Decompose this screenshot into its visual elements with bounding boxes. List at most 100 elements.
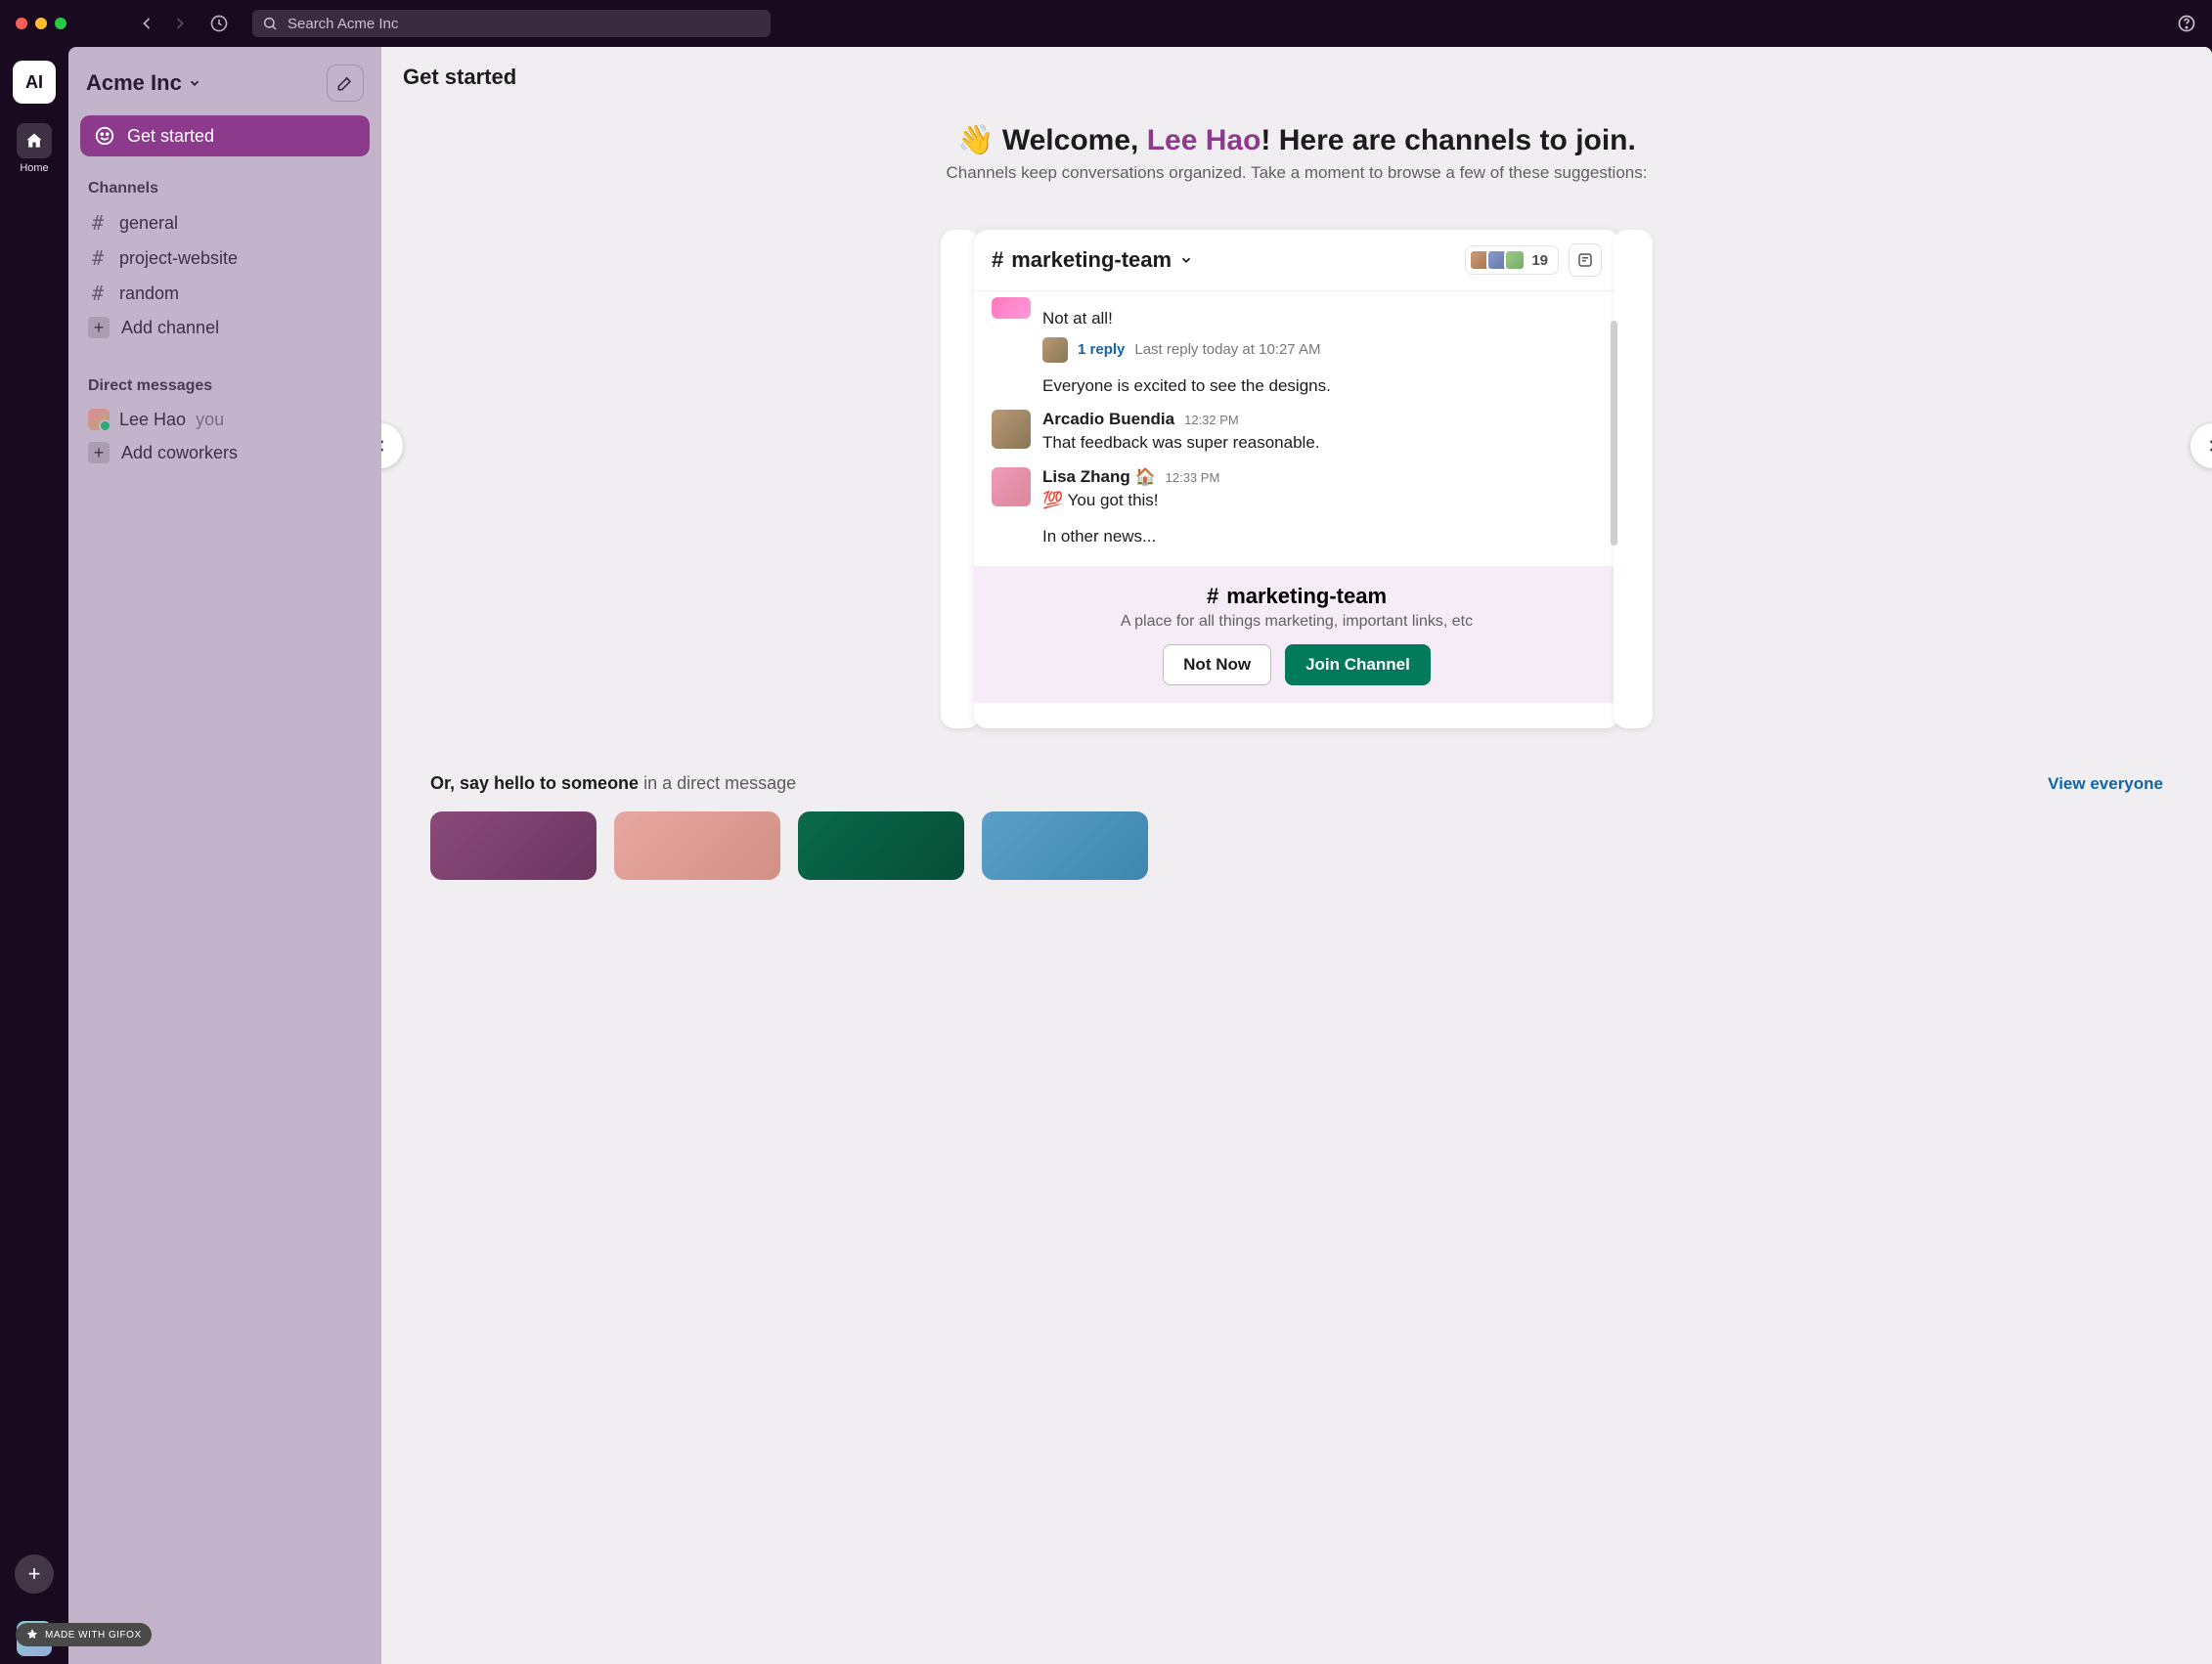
welcome-pre: Welcome, bbox=[1002, 124, 1147, 156]
thread-reply-row[interactable]: 1 reply Last reply today at 10:27 AM bbox=[1042, 337, 1602, 363]
avatar bbox=[992, 467, 1031, 506]
window-controls bbox=[16, 18, 66, 29]
join-channel-button[interactable]: Join Channel bbox=[1285, 644, 1431, 685]
message-list: Not at all! 1 reply Last reply today at … bbox=[974, 291, 1619, 566]
person-card[interactable] bbox=[430, 811, 597, 880]
add-channel[interactable]: + Add channel bbox=[76, 311, 374, 344]
person-card[interactable] bbox=[614, 811, 780, 880]
rail-home[interactable]: Home bbox=[17, 123, 52, 174]
message-author[interactable]: Arcadio Buendia bbox=[1042, 410, 1174, 429]
hash-icon: # bbox=[88, 211, 108, 235]
carousel-next-button[interactable] bbox=[2190, 423, 2212, 468]
chevron-down-icon bbox=[188, 76, 201, 90]
hash-icon: # bbox=[992, 247, 1003, 273]
channel-label: random bbox=[119, 284, 179, 304]
channel-item-general[interactable]: #general bbox=[76, 205, 374, 241]
dm-section-header[interactable]: Direct messages bbox=[76, 372, 374, 403]
channel-name: marketing-team bbox=[1011, 247, 1172, 273]
welcome-block: 👋 Welcome, Lee Hao! Here are channels to… bbox=[381, 119, 2212, 195]
dm-suggestions: Or, say hello to someone in a direct mes… bbox=[381, 738, 2212, 880]
channel-item-random[interactable]: #random bbox=[76, 276, 374, 311]
gifox-watermark: MADE WITH GIFOX bbox=[16, 1623, 152, 1646]
maximize-window-icon[interactable] bbox=[55, 18, 66, 29]
join-channel-prompt: # marketing-team A place for all things … bbox=[974, 566, 1619, 703]
person-card[interactable] bbox=[798, 811, 964, 880]
join-channel-name: marketing-team bbox=[1226, 584, 1387, 609]
channel-label: project-website bbox=[119, 248, 238, 269]
home-icon bbox=[24, 131, 44, 151]
add-channel-label: Add channel bbox=[121, 318, 219, 338]
page-title: Get started bbox=[381, 47, 2212, 108]
view-everyone-link[interactable]: View everyone bbox=[2048, 774, 2163, 794]
avatar bbox=[1042, 337, 1068, 363]
dm-prompt: Or, say hello to someone in a direct mes… bbox=[430, 773, 796, 794]
reply-timestamp: Last reply today at 10:27 AM bbox=[1134, 341, 1320, 358]
join-channel-title: # marketing-team bbox=[992, 584, 1602, 609]
search-icon bbox=[262, 16, 278, 31]
message: Arcadio Buendia 12:32 PM That feedback w… bbox=[992, 404, 1602, 461]
help-button[interactable] bbox=[2177, 14, 2196, 33]
carousel-prev-button[interactable] bbox=[381, 423, 403, 468]
workspace-name: Acme Inc bbox=[86, 70, 182, 96]
workspace-tile[interactable]: AI bbox=[13, 61, 56, 104]
not-now-button[interactable]: Not Now bbox=[1163, 644, 1271, 685]
you-label: you bbox=[196, 410, 224, 430]
scrollbar[interactable] bbox=[1611, 321, 1617, 546]
dm-name: Lee Hao bbox=[119, 410, 186, 430]
message-text: Everyone is excited to see the designs. bbox=[1042, 374, 1602, 399]
add-coworkers-label: Add coworkers bbox=[121, 443, 238, 463]
message-text: Not at all! bbox=[1042, 307, 1602, 331]
join-channel-description: A place for all things marketing, import… bbox=[992, 613, 1602, 631]
channels-section-header[interactable]: Channels bbox=[76, 174, 374, 205]
avatar bbox=[992, 410, 1031, 449]
reply-count[interactable]: 1 reply bbox=[1078, 341, 1125, 358]
dm-prompt-bold: Or, say hello to someone bbox=[430, 773, 639, 793]
welcome-subtext: Channels keep conversations organized. T… bbox=[420, 163, 2173, 183]
workspace-switcher[interactable]: Acme Inc bbox=[86, 70, 201, 96]
get-started-item[interactable]: Get started bbox=[80, 115, 370, 156]
compose-button[interactable] bbox=[327, 65, 364, 102]
rail-home-label: Home bbox=[20, 162, 48, 174]
channel-item-project-website[interactable]: # project-website bbox=[76, 241, 374, 276]
person-card[interactable] bbox=[982, 811, 1148, 880]
adjacent-card-right[interactable] bbox=[1614, 230, 1653, 728]
minimize-window-icon[interactable] bbox=[35, 18, 47, 29]
hash-icon: # bbox=[88, 246, 108, 270]
close-window-icon[interactable] bbox=[16, 18, 27, 29]
forward-button[interactable] bbox=[170, 14, 190, 33]
back-button[interactable] bbox=[137, 14, 156, 33]
search-bar[interactable] bbox=[252, 10, 771, 37]
plus-icon: + bbox=[88, 317, 110, 338]
channel-card-carousel: # marketing-team bbox=[381, 195, 2212, 738]
titlebar bbox=[0, 0, 2212, 47]
smile-icon bbox=[94, 125, 115, 147]
get-started-label: Get started bbox=[127, 126, 214, 147]
canvas-button[interactable] bbox=[1569, 243, 1602, 277]
add-coworkers[interactable]: + Add coworkers bbox=[76, 436, 374, 469]
member-count-button[interactable]: 19 bbox=[1465, 245, 1559, 275]
avatar bbox=[992, 297, 1031, 319]
member-avatars bbox=[1469, 249, 1526, 271]
sidebar: Acme Inc Get started Channels #general #… bbox=[68, 47, 381, 1664]
search-input[interactable] bbox=[288, 16, 761, 32]
gifox-label: MADE WITH GIFOX bbox=[45, 1630, 142, 1641]
member-count: 19 bbox=[1531, 252, 1548, 269]
hash-icon: # bbox=[1207, 584, 1218, 609]
history-button[interactable] bbox=[209, 14, 229, 33]
people-row bbox=[430, 811, 2163, 880]
message-text: 💯 You got this! bbox=[1042, 489, 1602, 513]
message-author[interactable]: Lisa Zhang 🏠 bbox=[1042, 467, 1156, 487]
channel-title[interactable]: # marketing-team bbox=[992, 247, 1193, 273]
welcome-username: Lee Hao bbox=[1147, 124, 1261, 156]
avatar bbox=[88, 409, 110, 430]
channel-preview-card: # marketing-team bbox=[974, 230, 1619, 728]
history-nav bbox=[137, 14, 229, 33]
rail-add-button[interactable]: + bbox=[15, 1555, 54, 1594]
welcome-heading: 👋 Welcome, Lee Hao! Here are channels to… bbox=[420, 123, 2173, 157]
dm-item-self[interactable]: Lee Hao you bbox=[76, 403, 374, 436]
avatar bbox=[1504, 249, 1526, 271]
workspace-rail: AI Home + bbox=[0, 47, 68, 1664]
message: Lisa Zhang 🏠 12:33 PM 💯 You got this! In… bbox=[992, 461, 1602, 554]
plus-icon: + bbox=[88, 442, 110, 463]
chevron-down-icon bbox=[1179, 253, 1193, 267]
